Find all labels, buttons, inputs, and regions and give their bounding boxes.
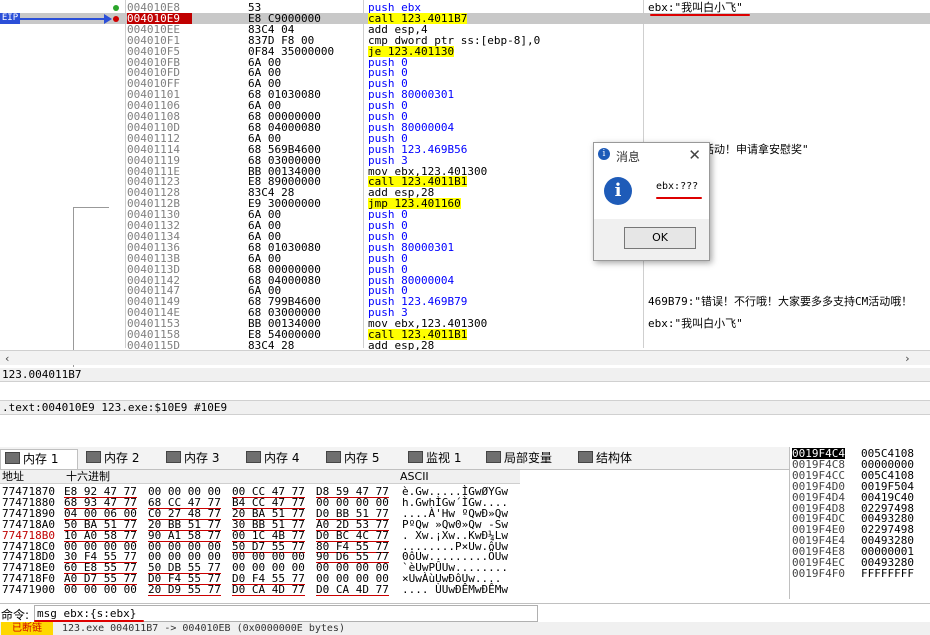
trace-dot-icon[interactable]: [113, 5, 119, 11]
tab-label: 监视 1: [426, 451, 462, 465]
dialog-title: 消息: [616, 150, 641, 164]
memory-icon: [86, 451, 101, 463]
tab-label: 局部变量: [504, 451, 553, 465]
disasm-bytes: 68 03000000: [248, 153, 321, 167]
memory-icon: [326, 451, 341, 463]
memory-icon: [246, 451, 261, 463]
dialog-titlebar[interactable]: i 消息 ✕: [594, 143, 709, 167]
disasm-row[interactable]: 0040113D 68 00000000 push 0: [0, 264, 930, 275]
stack-row[interactable]: 0019F4F0 FFFFFFFF: [790, 568, 930, 579]
bottom-tabs: 内存 1 内存 2 内存 3 内存 4 内存 5 监视 1 局部变量 结构体: [0, 447, 790, 470]
scroll-right-icon[interactable]: ›: [904, 352, 911, 365]
memory-dump[interactable]: 地址 十六进制 ASCII 77471870 E8 92 47 77 00 00 0…: [0, 470, 520, 598]
tab-4[interactable]: 内存 4: [242, 449, 318, 468]
disasm-instruction: je 123.401130: [368, 44, 455, 58]
tab-label: 结构体: [596, 451, 633, 465]
tab-7[interactable]: 局部变量: [482, 449, 570, 468]
stack-value: FFFFFFFF: [861, 566, 914, 580]
eip-arrow-head: [104, 14, 112, 24]
scroll-left-icon[interactable]: ‹: [4, 352, 11, 365]
dump-address: 77471900: [2, 583, 55, 597]
disasm-comment: 469B79:"错误！不行哦！大家要多多支持CM活动哦！: [648, 295, 913, 309]
info-icon: i: [598, 148, 610, 160]
disasm-comment: ebx:"我叫白小飞": [648, 317, 743, 331]
tab-5[interactable]: 内存 5: [322, 449, 398, 468]
info-icon: i: [604, 177, 632, 205]
eip-arrow: [20, 18, 110, 20]
stack-row[interactable]: 0019F4D4 00419C40: [790, 492, 930, 503]
dump-hex: 20 D9 55 77: [148, 583, 221, 597]
dump-header-hex: 十六进制: [64, 470, 399, 484]
tab-label: 内存 3: [184, 451, 220, 465]
tab-3[interactable]: 内存 3: [162, 449, 238, 468]
locals-icon: [486, 451, 501, 463]
tab-8[interactable]: 结构体: [574, 449, 646, 468]
disasm-comment: ebx:"我叫白小飞": [648, 1, 743, 14]
dump-row[interactable]: 774718B0 10 A0 58 77 90 A1 58 77 00 1C 4B 7…: [0, 528, 520, 542]
dump-ascii: .... ÙUwÐÊMwÐÊMw: [402, 583, 508, 597]
command-label: 命令:: [1, 608, 30, 622]
disasm-row[interactable]: 00401119 68 03000000 push 3: [0, 155, 930, 166]
disasm-address: 00401119: [127, 153, 180, 167]
disasm-row[interactable]: 004010F5 0F84 35000000 je 123.401130: [0, 44, 930, 58]
ok-button[interactable]: OK: [624, 227, 696, 249]
disasm-instruction: add esp,28: [368, 338, 435, 352]
disasm-bytes: 0F84 35000000: [248, 44, 335, 58]
status-tag: 已断链: [1, 622, 53, 635]
disasm-hscroll[interactable]: ‹ ›: [0, 350, 930, 365]
info-line-2: .text:004010E9 123.exe:$10E9 #10E9: [0, 401, 930, 415]
tab-label: 内存 4: [264, 451, 300, 465]
breakpoint-icon[interactable]: [113, 16, 119, 22]
tab-label: 内存 1: [23, 452, 59, 466]
memory-icon: [5, 452, 20, 464]
dump-row[interactable]: 77471900 00 00 00 00 20 D9 55 77 D0 CA 4D 7…: [0, 583, 520, 597]
red-annotation-line: [656, 197, 702, 199]
disasm-instruction: push 3: [368, 153, 408, 167]
disasm-bytes: 68 00000000: [248, 262, 321, 276]
info-empty: [0, 382, 930, 401]
tab-label: 内存 2: [104, 451, 140, 465]
disassembly-view[interactable]: 004010E8 53 push ebx ebx:"我叫白小飞" 004010E9 E8 …: [0, 0, 930, 367]
disasm-row[interactable]: 0040115D 83C4 28 add esp,28: [0, 338, 930, 352]
dump-hex: D0 CA 4D 77: [232, 583, 305, 597]
tab-label: 内存 5: [344, 451, 380, 465]
info-blank: [0, 415, 930, 445]
dialog-message: ebx:???: [656, 181, 699, 192]
dialog-body: i ebx:???: [594, 167, 709, 219]
stack-view[interactable]: 0019F4C4 005C4108 0019F4C8 00000000 0019F4CC…: [789, 447, 930, 599]
disasm-address: 004010F5: [127, 44, 180, 58]
message-dialog[interactable]: i 消息 ✕ i ebx:??? OK: [593, 142, 710, 261]
red-annotation-line: [650, 14, 750, 16]
stack-value: 00419C40: [861, 490, 914, 504]
tab-6[interactable]: 监视 1: [404, 449, 478, 468]
info-line-1: 123.004011B7: [0, 368, 930, 382]
dump-ascii: . Xw.¡Xw..KwÐ¼Lw: [402, 528, 508, 542]
dump-address: 774718B0: [2, 528, 55, 542]
struct-icon: [578, 451, 593, 463]
watch-icon: [408, 451, 423, 463]
close-icon[interactable]: ✕: [688, 146, 701, 164]
dump-header-addr: 地址: [0, 470, 65, 484]
status-bar: 已断链 123.exe 004011B7 -> 004010EB (0x0000…: [0, 622, 930, 635]
memory-icon: [166, 451, 181, 463]
tab-1[interactable]: 内存 1: [0, 449, 78, 469]
eip-label: EIP: [0, 13, 20, 24]
dump-hex: 00 00 00 00: [64, 583, 137, 597]
disasm-address: 0040113D: [127, 262, 180, 276]
status-text: 123.exe 004011B7 -> 004010EB (0x0000000E…: [62, 623, 345, 634]
tab-2[interactable]: 内存 2: [82, 449, 158, 468]
command-bar: 命令: msg ebx:{s:ebx}: [0, 603, 930, 622]
disasm-address: 0040115D: [127, 338, 180, 352]
dump-header-ascii: ASCII: [398, 470, 520, 484]
disasm-bytes: 83C4 28: [248, 338, 295, 352]
stack-address: 0019F4D4: [792, 490, 845, 504]
stack-address: 0019F4F0: [792, 566, 845, 580]
disasm-instruction: push 0: [368, 262, 408, 276]
dump-hex: D0 CA 4D 77: [316, 583, 389, 597]
